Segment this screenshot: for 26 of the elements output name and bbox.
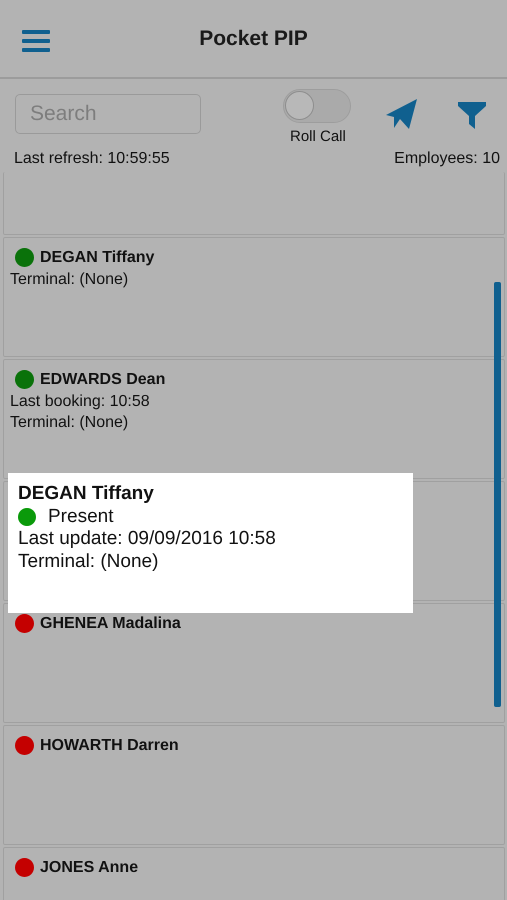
employee-name: EDWARDS Dean (40, 370, 166, 388)
last-refresh-text: Last refresh: 10:59:55 (14, 150, 170, 168)
detail-text: Last booking: 10:58 (10, 392, 151, 412)
last-update-text: Last update: 09/09/2016 10:58 (18, 528, 277, 550)
employee-card[interactable]: HOWARTH Darren (3, 725, 505, 845)
scrollbar[interactable] (494, 282, 501, 707)
app-title: Pocket PIP (199, 26, 308, 50)
employee-count: Employees: 10 (394, 150, 500, 168)
employee-card[interactable]: JONES Anne (3, 847, 505, 900)
detail-text: Terminal: (None) (10, 270, 130, 290)
employee-name: HOWARTH Darren (40, 736, 179, 754)
employee-name: JONES Anne (40, 858, 138, 876)
employee-name: GHENEA Madalina (40, 614, 181, 632)
employee-name: DEGAN Tiffany (40, 248, 154, 266)
employee-card[interactable]: DEGAN Tiffany Terminal: (None) (3, 237, 505, 357)
filter-icon[interactable] (458, 102, 486, 129)
status-text: Present (48, 506, 114, 528)
paper-plane-icon[interactable] (385, 98, 418, 131)
roll-call-toggle[interactable] (283, 89, 351, 123)
roll-call-label: Roll Call (290, 128, 346, 145)
employee-card[interactable]: GHENEA Madalina (3, 603, 505, 723)
terminal-text: Terminal: (None) (18, 550, 160, 573)
detail-text: Terminal: (None) (10, 413, 130, 433)
employee-card[interactable]: EDWARDS Dean Last booking: 10:58 Terminal: (None) (3, 359, 505, 479)
menu-icon[interactable] (22, 29, 50, 53)
employee-name: DEGAN Tiffany (18, 483, 155, 506)
